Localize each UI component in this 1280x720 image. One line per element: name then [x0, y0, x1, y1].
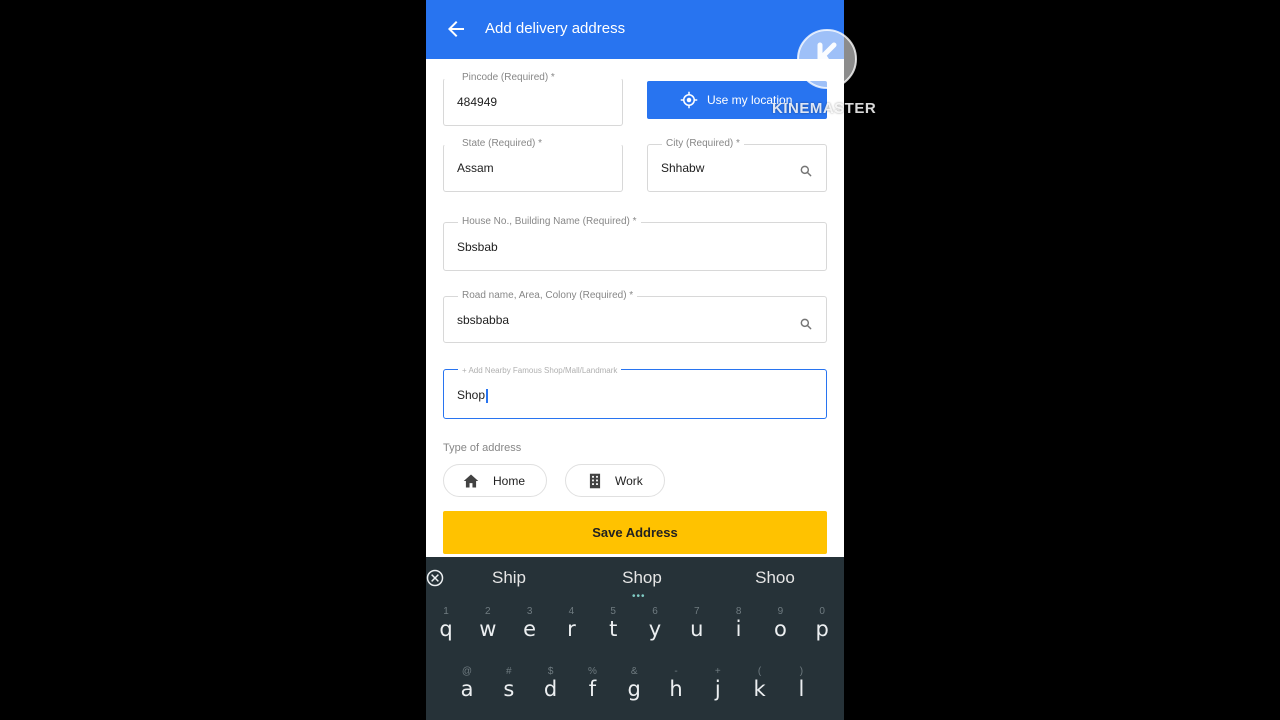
road-area-label: Road name, Area, Colony (Required) * [458, 289, 638, 303]
home-chip-label: Home [493, 474, 526, 488]
kinemaster-watermark: KINEMASTER [772, 28, 882, 120]
key-char: k [753, 677, 766, 701]
state-value: Assam [457, 161, 494, 175]
key-char: d [543, 677, 558, 701]
key-char: y [648, 617, 662, 641]
home-icon [463, 474, 479, 488]
key-i[interactable]: 8i [719, 604, 759, 644]
pincode-field[interactable]: Pincode (Required) * 484949 [443, 71, 623, 126]
close-circle-icon[interactable] [426, 569, 444, 587]
suggestion-bar: Ship Shop ••• Shoo [426, 557, 844, 602]
key-p[interactable]: 0p [802, 604, 842, 644]
pincode-label: Pincode (Required) * [458, 71, 559, 85]
landmark-field[interactable]: + Add Nearby Famous Shop/Mall/Landmark S… [443, 364, 827, 419]
suggestion-item[interactable]: Shop [602, 568, 682, 588]
key-d[interactable]: $ d [531, 664, 571, 704]
key-char: j [714, 677, 721, 701]
key-e[interactable]: 3e [510, 604, 550, 644]
key-t[interactable]: 5t [593, 604, 633, 644]
back-arrow-icon[interactable] [444, 17, 468, 41]
key-h[interactable]: -h [656, 664, 696, 704]
city-field[interactable]: City (Required) * Shhabw [647, 137, 827, 192]
road-area-field[interactable]: Road name, Area, Colony (Required) * sbs… [443, 289, 827, 343]
address-type-label: Type of address [443, 442, 522, 454]
key-char: g [627, 677, 641, 701]
key-char: u [690, 617, 704, 641]
key-s[interactable]: # s [489, 664, 529, 704]
key-char: t [609, 617, 618, 641]
key-char: i [735, 617, 742, 641]
key-char: f [588, 677, 597, 701]
house-building-value: Sbsbab [457, 240, 498, 254]
road-area-value: sbsbabba [457, 313, 510, 327]
key-y[interactable]: 6y [635, 604, 675, 644]
key-char: w [479, 617, 497, 641]
kinemaster-logo-icon [797, 29, 857, 89]
work-chip-label: Work [615, 474, 643, 488]
key-j[interactable]: + j [698, 664, 738, 704]
key-char: h [669, 677, 683, 701]
state-label: State (Required) * [458, 137, 547, 151]
search-icon[interactable] [799, 317, 813, 331]
app-bar: Add delivery address [426, 0, 844, 59]
key-char: l [798, 677, 805, 701]
landmark-value: Shop [457, 387, 488, 403]
key-char: a [460, 677, 474, 701]
landmark-label: + Add Nearby Famous Shop/Mall/Landmark [458, 364, 622, 378]
city-value: Shhabw [661, 161, 705, 175]
search-icon[interactable] [799, 164, 813, 178]
key-char: e [523, 617, 537, 641]
suggestion-item[interactable]: Ship [469, 568, 549, 588]
save-address-button[interactable]: Save Address [443, 511, 827, 554]
key-char: o [773, 617, 787, 641]
text-caret [486, 388, 488, 403]
address-type-home-chip[interactable]: Home [443, 464, 547, 497]
key-char: p [815, 617, 829, 641]
key-char: r [567, 617, 576, 641]
key-f[interactable]: % f [572, 664, 612, 704]
page-title: Add delivery address [485, 20, 626, 37]
key-g[interactable]: & g [614, 664, 654, 704]
key-l[interactable]: ) l [781, 664, 821, 704]
landmark-value-text: Shop [457, 388, 486, 402]
suggestion-item[interactable]: Shoo [735, 568, 815, 588]
soft-keyboard: Ship Shop ••• Shoo 1q2w3e4r5t6y7u8i9o0p … [426, 557, 844, 720]
state-field[interactable]: State (Required) * Assam [443, 137, 623, 192]
key-char: s [503, 677, 515, 701]
key-char: q [439, 617, 453, 641]
key-a[interactable]: @ a [447, 664, 487, 704]
key-w[interactable]: 2w [468, 604, 508, 644]
pincode-value: 484949 [457, 95, 498, 109]
house-building-label: House No., Building Name (Required) * [458, 215, 641, 229]
office-building-icon [589, 473, 601, 489]
address-type-work-chip[interactable]: Work [565, 464, 665, 497]
gps-crosshair-icon [680, 91, 698, 109]
key-r[interactable]: 4r [551, 604, 591, 644]
key-u[interactable]: 7u [677, 604, 717, 644]
kinemaster-watermark-text: KINEMASTER [772, 100, 877, 117]
key-k[interactable]: (k [740, 664, 780, 704]
more-suggestions-dots-icon: ••• [632, 591, 646, 602]
house-building-field[interactable]: House No., Building Name (Required) * Sb… [443, 215, 827, 271]
key-o[interactable]: 9o [760, 604, 800, 644]
city-label: City (Required) * [662, 137, 744, 151]
key-q[interactable]: 1q [426, 604, 466, 644]
